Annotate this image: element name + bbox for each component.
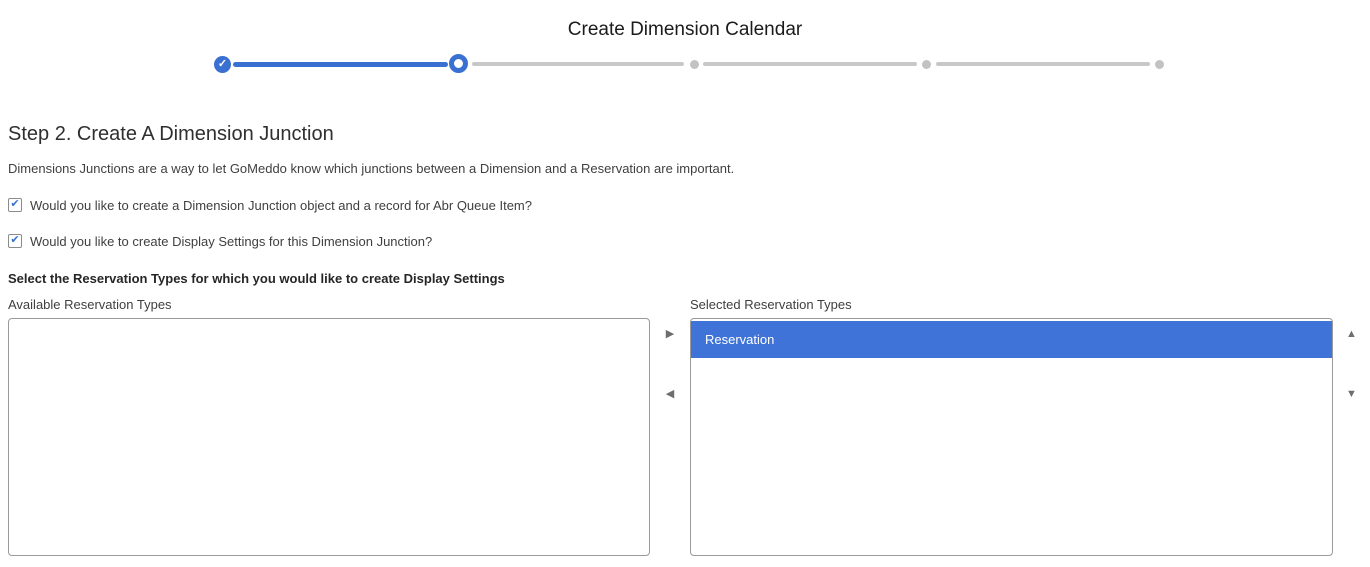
step-description: Dimensions Junctions are a way to let Go… [8, 161, 1362, 176]
step-3-indicator-upcoming[interactable] [690, 60, 699, 69]
select-reservation-types-label: Select the Reservation Types for which y… [8, 271, 1362, 286]
checkmark-icon: ✔ [10, 199, 19, 210]
step-heading: Step 2. Create A Dimension Junction [8, 123, 1362, 146]
page-title: Create Dimension Calendar [0, 19, 1370, 41]
step-1-indicator-completed[interactable]: ✓ [214, 56, 231, 73]
step-connector-inactive [472, 62, 684, 66]
step-5-indicator-upcoming[interactable] [1155, 60, 1164, 69]
step-check-icon: ✓ [218, 58, 227, 70]
reorder-arrows: ▲ ▼ [1333, 318, 1370, 556]
checkbox-row-display-settings: ✔ Would you like to create Display Setti… [8, 233, 1362, 249]
checkmark-icon: ✔ [10, 235, 19, 246]
step-connector-inactive [703, 62, 917, 66]
step-connector-active [233, 62, 448, 67]
step-4-indicator-upcoming[interactable] [922, 60, 931, 69]
step-2-indicator-current[interactable] [449, 54, 468, 73]
move-down-button[interactable]: ▼ [1346, 386, 1357, 402]
available-reservation-list[interactable] [8, 318, 650, 556]
dual-listbox: Available Reservation Types Selected Res… [8, 297, 1362, 556]
wizard-stepper: ✓ [0, 50, 1370, 78]
move-arrows: ▶ ◀ [650, 318, 690, 556]
list-item[interactable]: Reservation [691, 321, 1332, 358]
selected-list-label: Selected Reservation Types [690, 297, 1333, 318]
dimension-junction-checkbox-label: Would you like to create a Dimension Jun… [30, 198, 532, 213]
display-settings-checkbox-label: Would you like to create Display Setting… [30, 234, 432, 249]
move-left-button[interactable]: ◀ [666, 386, 674, 402]
available-list-label: Available Reservation Types [8, 297, 650, 318]
step-connector-inactive [936, 62, 1150, 66]
selected-reservation-list[interactable]: Reservation [690, 318, 1333, 556]
dimension-junction-checkbox[interactable]: ✔ [8, 198, 22, 212]
display-settings-checkbox[interactable]: ✔ [8, 234, 22, 248]
move-up-button[interactable]: ▲ [1346, 326, 1357, 342]
move-right-button[interactable]: ▶ [666, 326, 674, 342]
checkbox-row-dimension-junction: ✔ Would you like to create a Dimension J… [8, 197, 1362, 213]
